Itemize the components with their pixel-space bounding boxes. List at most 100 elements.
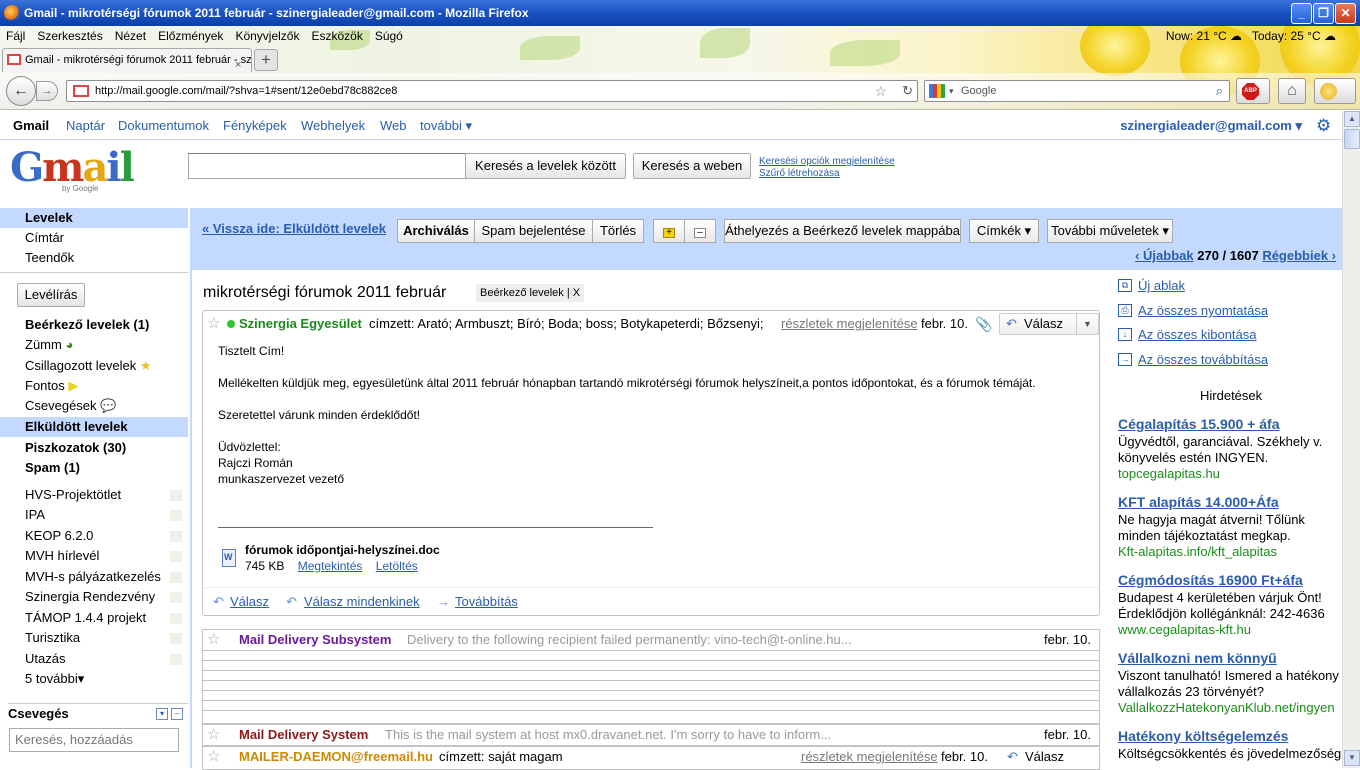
sender-name[interactable]: Szinergia Egyesület	[239, 311, 362, 337]
folder-drafts[interactable]: Piszkozatok (30)	[0, 438, 188, 458]
collapsed-stack-line[interactable]	[202, 661, 1100, 671]
label-item[interactable]: MVH-s pályázatkezelés	[0, 567, 188, 587]
tab-gmail[interactable]: Gmail - mikrotérségi fórumok 2011 februá…	[2, 48, 252, 72]
label-item[interactable]: KEOP 6.2.0	[0, 526, 188, 546]
forward-button[interactable]: →	[36, 81, 58, 101]
nav-contacts[interactable]: Címtár	[0, 228, 188, 248]
gmail-logo[interactable]: Gmail by Google	[10, 148, 135, 194]
label-item[interactable]: HVS-Projektötlet	[0, 485, 188, 505]
back-to-sent-link[interactable]: « Vissza ide: Elküldött levelek	[202, 221, 386, 236]
collapsed-stack-line[interactable]	[202, 651, 1100, 661]
label-item[interactable]: MVH hírlevél	[0, 546, 188, 566]
expand-all-link[interactable]: ↓ Az összes kibontása	[1118, 327, 1257, 342]
show-search-options-link[interactable]: Keresési opciók megjelenítése	[759, 156, 895, 168]
footer-reply-all-link[interactable]: Válasz mindenkinek	[304, 588, 420, 616]
page-scrollbar[interactable]: ▲ ▼	[1342, 111, 1360, 768]
label-item[interactable]: IPA	[0, 505, 188, 525]
home-button[interactable]: ⌂	[1278, 78, 1306, 104]
label-item[interactable]: Turisztika	[0, 628, 188, 648]
delete-button[interactable]: Törlés	[592, 219, 644, 243]
mark-unimportant-button[interactable]: –	[684, 219, 716, 243]
ad-url[interactable]: www.cegalapitas-kft.hu	[1118, 622, 1342, 638]
mail-search-input[interactable]	[188, 153, 466, 179]
label-color-swatch[interactable]	[170, 531, 182, 542]
more-actions-button[interactable]: További műveletek ▾	[1047, 219, 1173, 243]
folder-starred[interactable]: Csillagozott levelek ★	[0, 356, 188, 376]
menu-bookmarks[interactable]: Könyvjelzők	[235, 29, 299, 43]
label-item[interactable]: TÁMOP 1.4.4 projekt	[0, 608, 188, 628]
new-tab-button[interactable]: +	[254, 49, 278, 71]
footer-forward-link[interactable]: Továbbítás	[455, 588, 518, 616]
forward-all-link[interactable]: → Az összes továbbítása	[1118, 352, 1268, 367]
minimize-button[interactable]: _	[1291, 3, 1312, 24]
scroll-thumb[interactable]	[1344, 129, 1360, 149]
label-color-swatch[interactable]	[170, 490, 182, 501]
ad-title[interactable]: Vállalkozni nem könnyű	[1118, 650, 1342, 666]
compose-button[interactable]: Levélírás	[17, 283, 85, 307]
create-filter-link[interactable]: Szűrő létrehozása	[759, 168, 895, 180]
gbar-web[interactable]: Web	[380, 111, 407, 140]
search-web-button[interactable]: Keresés a weben	[633, 153, 751, 179]
move-to-inbox-button[interactable]: Áthelyezés a Beérkező levelek mappába	[724, 219, 961, 243]
star-icon[interactable]: ☆	[207, 630, 220, 650]
close-button[interactable]: ✕	[1335, 3, 1356, 24]
star-icon[interactable]: ☆	[207, 725, 220, 745]
older-link[interactable]: Régebbiek ›	[1262, 248, 1336, 263]
star-icon[interactable]: ☆	[207, 311, 220, 337]
mark-important-button[interactable]: +	[653, 219, 685, 243]
archive-button[interactable]: Archiválás	[397, 219, 475, 243]
chat-search-input[interactable]: Keresés, hozzáadás	[9, 728, 179, 752]
reply-button[interactable]: ↶ Válasz	[1007, 747, 1064, 767]
ad-url[interactable]: topcegalapitas.hu	[1118, 466, 1342, 482]
gbar-documents[interactable]: Dokumentumok	[118, 111, 209, 140]
account-email[interactable]: szinergialeader@gmail.com ▾	[1120, 111, 1302, 140]
maximize-button[interactable]: ❐	[1313, 3, 1334, 24]
nav-tasks[interactable]: Teendők	[0, 248, 188, 268]
label-color-swatch[interactable]	[170, 572, 182, 583]
ad-url[interactable]: Kft-alapitas.info/kft_alapitas	[1118, 544, 1342, 560]
chevron-down-icon[interactable]: ▾	[949, 81, 954, 101]
print-all-link[interactable]: ⎙ Az összes nyomtatása	[1118, 303, 1268, 318]
gbar-calendar[interactable]: Naptár	[66, 111, 105, 140]
label-chip[interactable]: Beérkező levelek | X	[476, 284, 585, 302]
labels-button[interactable]: Címkék ▾	[969, 219, 1039, 243]
window-title-bar[interactable]: Gmail - mikrotérségi fórumok 2011 februá…	[0, 0, 1360, 26]
google-engine-icon[interactable]	[929, 84, 945, 98]
collapsed-stack-line[interactable]	[202, 711, 1100, 724]
menu-file[interactable]: Fájl	[6, 29, 25, 43]
collapsed-stack-line[interactable]	[202, 671, 1100, 681]
menu-help[interactable]: Súgó	[375, 29, 403, 43]
gbar-more[interactable]: további ▾	[420, 111, 472, 140]
ad-title[interactable]: Hatékony költségelemzés	[1118, 728, 1342, 744]
footer-reply-link[interactable]: Válasz	[230, 588, 269, 616]
gbar-photos[interactable]: Fényképek	[223, 111, 287, 140]
report-spam-button[interactable]: Spam bejelentése	[474, 219, 593, 243]
folder-buzz[interactable]: Zümm ◕	[0, 335, 188, 355]
more-labels-link[interactable]: 5 további▾	[0, 669, 188, 689]
collapsed-stack-line[interactable]	[202, 681, 1100, 691]
folder-sent[interactable]: Elküldött levelek	[0, 417, 188, 437]
menu-edit[interactable]: Szerkesztés	[37, 29, 102, 43]
nav-mail[interactable]: Levelek	[0, 208, 188, 228]
label-color-swatch[interactable]	[170, 613, 182, 624]
reply-button[interactable]: ↶ Válasz ▼	[999, 313, 1099, 335]
folder-inbox[interactable]: Beérkező levelek (1)	[0, 315, 188, 335]
chat-options-icon[interactable]: ▾	[156, 708, 168, 720]
label-color-swatch[interactable]	[170, 551, 182, 562]
show-details-link[interactable]: részletek megjelenítése	[781, 311, 918, 337]
ad-title[interactable]: Cégalapítás 15.900 + áfa	[1118, 416, 1342, 432]
collapsed-message[interactable]: ☆ MAILER-DAEMON@freemail.hu címzett: saj…	[202, 746, 1100, 770]
bookmark-star-icon[interactable]: ☆	[874, 81, 887, 101]
scroll-up-arrow-icon[interactable]: ▲	[1344, 111, 1360, 127]
newer-link[interactable]: ‹ Újabbak	[1135, 248, 1194, 263]
folder-chats[interactable]: Csevegések 💬	[0, 396, 188, 416]
weather-widget[interactable]: Now: 21 °C ☁ Today: 25 °C ☁	[1166, 26, 1336, 46]
reply-menu-chevron-icon[interactable]: ▼	[1076, 314, 1098, 334]
show-details-link[interactable]: részletek megjelenítése	[801, 747, 938, 767]
smiley-button[interactable]	[1314, 78, 1356, 104]
label-item[interactable]: Szinergia Rendezvény	[0, 587, 188, 607]
search-icon[interactable]: ⌕	[1216, 81, 1223, 101]
label-color-swatch[interactable]	[170, 654, 182, 665]
back-button[interactable]: ←	[6, 76, 36, 106]
folder-spam[interactable]: Spam (1)	[0, 458, 188, 478]
